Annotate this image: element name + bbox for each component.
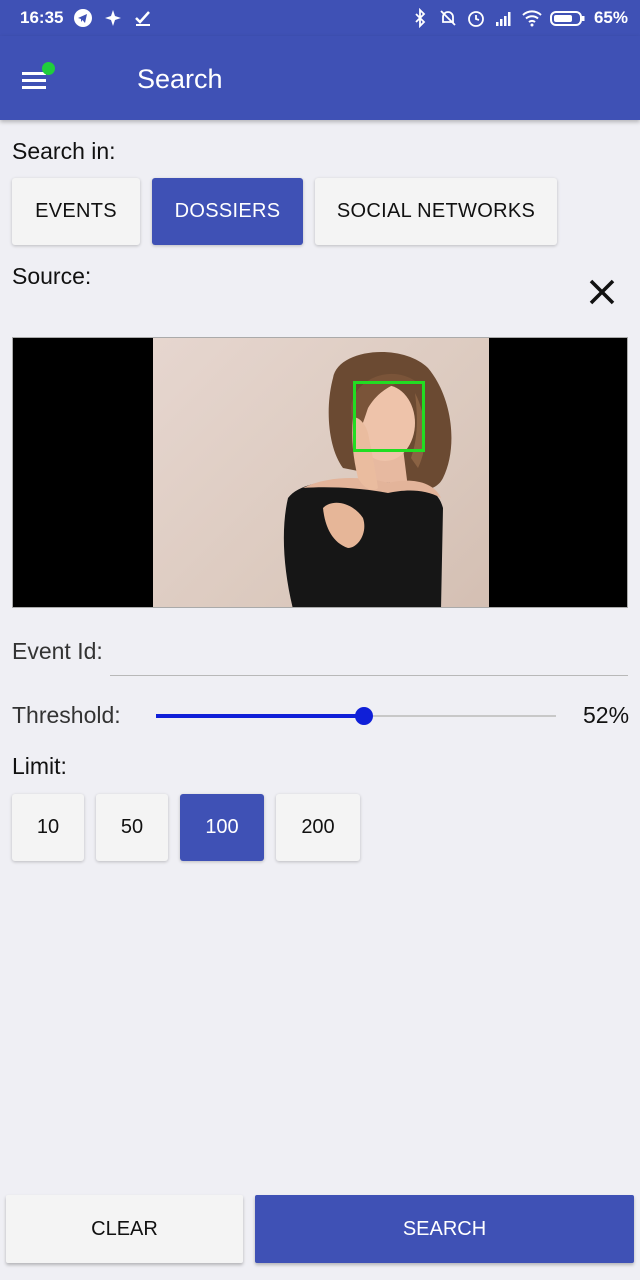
event-id-input[interactable] [110,636,628,676]
limit-200-button[interactable]: 200 [276,794,360,861]
pinwheel-icon [103,8,123,28]
signal-icon [494,8,514,28]
status-bar: 16:35 65% [0,0,640,36]
battery-percent: 65% [593,8,628,27]
threshold-slider[interactable] [156,704,556,728]
social-networks-button[interactable]: SOCIAL NETWORKS [315,178,557,245]
limit-label: Limit: [12,753,67,779]
limit-10-button[interactable]: 10 [12,794,84,861]
limit-50-button[interactable]: 50 [96,794,168,861]
menu-button[interactable] [18,62,58,96]
alarm-icon [466,8,486,28]
notification-dot [42,62,55,75]
source-image-preview[interactable] [12,337,628,608]
event-id-label: Event Id: [12,638,103,664]
threshold-label: Threshold: [12,702,121,728]
face-detection-box [353,381,425,452]
status-time: 16:35 [20,8,64,27]
source-label: Source: [12,263,92,289]
person-portrait-image [283,351,452,607]
events-button[interactable]: EVENTS [12,178,140,245]
wifi-icon [522,8,542,28]
page-title: Search [137,64,223,94]
clear-button[interactable]: CLEAR [6,1195,243,1263]
clear-source-button[interactable] [584,274,620,310]
app-bar: Search [0,36,640,120]
checklist-icon [133,8,153,28]
dossiers-button[interactable]: DOSSIERS [152,178,303,245]
source-photo [153,338,489,607]
battery-icon [549,8,586,28]
search-in-label: Search in: [12,138,116,164]
search-button[interactable]: SEARCH [255,1195,634,1263]
close-icon [589,279,615,305]
slider-thumb[interactable] [355,707,373,725]
telegram-icon [73,8,93,28]
silent-bell-icon [438,8,458,28]
limit-100-button[interactable]: 100 [180,794,264,861]
threshold-value: 52% [583,702,630,728]
slider-fill [156,714,364,718]
bluetooth-icon [410,8,430,28]
